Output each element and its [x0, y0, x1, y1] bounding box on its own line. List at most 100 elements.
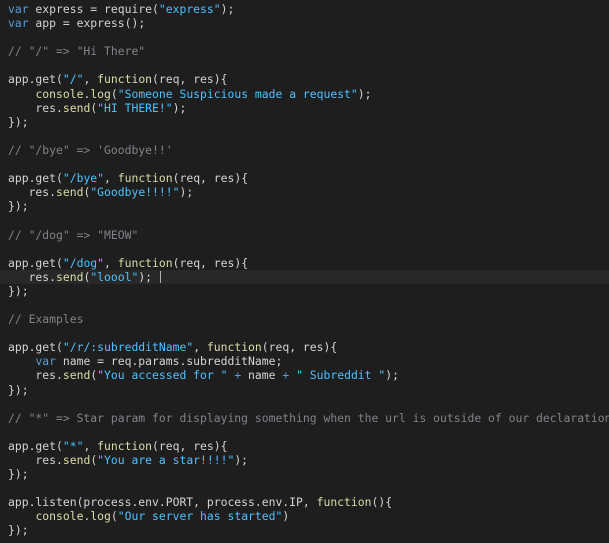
code-token: send — [56, 269, 84, 284]
code-token: // "/" => "Hi There" — [8, 44, 146, 59]
code-token: ); — [172, 100, 187, 115]
code-line[interactable]: var app = express(); — [8, 16, 609, 30]
code-token: // Examples — [8, 312, 84, 327]
code-token: res. — [8, 269, 57, 284]
code-line[interactable]: // "/" => "Hi There" — [8, 44, 609, 58]
code-token: app.get( — [8, 171, 63, 186]
code-token: , — [193, 340, 207, 355]
code-line[interactable]: res.send("HI THERE!"); — [8, 101, 609, 115]
code-line[interactable]: app.get("/r/:subredditName", function(re… — [8, 340, 609, 354]
code-token: ); — [179, 185, 194, 200]
code-token: ( — [110, 86, 118, 101]
code-line[interactable] — [8, 157, 609, 171]
code-token: ); — [234, 453, 249, 467]
code-token: var — [35, 354, 57, 369]
code-token: (){ — [371, 495, 393, 510]
code-line[interactable]: app.get("*", function(req, res){ — [8, 439, 609, 453]
code-token: }); — [8, 523, 29, 538]
code-line[interactable]: // "*" => Star param for displaying some… — [8, 411, 609, 425]
code-line[interactable]: var express = require("express"); — [8, 2, 609, 16]
code-line[interactable] — [8, 397, 609, 411]
code-line[interactable]: app.get("/bye", function(req, res){ — [8, 171, 609, 185]
code-token: "You accessed for " — [97, 368, 228, 383]
code-line[interactable]: }); — [8, 523, 609, 537]
code-token: "express" — [158, 2, 221, 16]
code-token: res. — [8, 185, 57, 200]
code-token: console — [35, 86, 84, 101]
code-line[interactable] — [8, 30, 609, 44]
code-line[interactable]: res.send("You are a star!!!!"); — [8, 453, 609, 467]
code-line[interactable]: }); — [8, 467, 609, 481]
code-token: // "/bye" => 'Goodbye!!' — [8, 142, 173, 157]
code-line[interactable] — [8, 298, 609, 312]
code-token: console — [35, 509, 84, 524]
code-token: name — [241, 368, 283, 383]
code-token: "/r/:subredditName" — [62, 340, 194, 355]
code-token: "*" — [62, 438, 84, 453]
code-token: (req, res){ — [261, 340, 338, 355]
code-token: express(); — [76, 16, 146, 31]
code-token: ); — [138, 269, 153, 284]
code-line[interactable] — [8, 58, 609, 72]
code-token: " Subreddit " — [296, 368, 386, 383]
code-line[interactable] — [8, 213, 609, 227]
code-line[interactable]: res.send("You accessed for " + name + " … — [8, 368, 609, 382]
code-line[interactable]: console.log("Our server has started") — [8, 509, 609, 523]
code-token: "/bye" — [62, 171, 105, 186]
code-token: res. — [8, 453, 63, 467]
code-token: "loool" — [90, 269, 139, 284]
code-token: (req, res){ — [152, 72, 228, 87]
code-token: (req, res){ — [152, 438, 228, 453]
code-token: require( — [104, 2, 159, 16]
code-line[interactable]: console.log("Someone Suspicious made a r… — [8, 87, 609, 101]
code-line[interactable]: res.send("Goodbye!!!!"); — [8, 185, 609, 199]
code-token: , — [83, 72, 98, 87]
code-token: name = req.params.subredditName; — [56, 354, 283, 369]
code-line[interactable]: app.listen(process.env.PORT, process.env… — [8, 495, 609, 509]
code-line[interactable]: }); — [8, 284, 609, 298]
code-token: , — [104, 171, 118, 186]
code-line[interactable] — [8, 481, 609, 495]
code-token: send — [62, 100, 91, 115]
code-token: "/dog" — [62, 255, 105, 270]
code-token: app = — [28, 16, 77, 31]
code-token: , — [104, 255, 118, 270]
code-token: }); — [8, 114, 29, 129]
code-token: "Someone Suspicious made a request" — [117, 86, 358, 101]
code-editor[interactable]: var express = require("express"); var app… — [0, 0, 609, 543]
code-line[interactable]: app.get("/", function(req, res){ — [8, 72, 609, 86]
code-token: app.get( — [8, 255, 63, 270]
code-token: function — [97, 438, 153, 453]
code-line[interactable] — [8, 129, 609, 143]
code-token: // "/dog" => "MEOW" — [8, 227, 139, 242]
code-line[interactable]: }); — [8, 115, 609, 129]
code-line[interactable]: // "/bye" => 'Goodbye!!' — [8, 143, 609, 157]
text-cursor — [159, 271, 161, 284]
code-line[interactable]: var name = req.params.subredditName; — [8, 354, 609, 368]
code-line[interactable] — [8, 425, 609, 439]
code-line[interactable]: res.send("loool"); — [0, 269, 609, 284]
code-line[interactable]: // "/dog" => "MEOW" — [8, 228, 609, 242]
code-token: res. — [8, 100, 63, 115]
code-token: (req, res){ — [172, 171, 249, 186]
code-line[interactable]: // Examples — [8, 312, 609, 326]
code-token: function — [117, 255, 173, 270]
code-token: app.listen(process.env.PORT, process.env… — [8, 495, 317, 510]
code-line[interactable] — [8, 326, 609, 340]
code-line[interactable] — [8, 242, 609, 256]
code-token: "Goodbye!!!!" — [90, 185, 180, 200]
code-line[interactable]: }); — [8, 199, 609, 213]
code-line[interactable]: app.get("/dog", function(req, res){ — [8, 256, 609, 270]
code-token: express = — [28, 2, 105, 16]
code-token: app.get( — [8, 340, 63, 355]
code-token: var — [8, 16, 29, 31]
code-token: }); — [8, 199, 29, 214]
code-line[interactable]: }); — [8, 383, 609, 397]
code-token: function — [97, 72, 153, 87]
code-token: send — [62, 368, 91, 383]
code-token: }); — [8, 382, 29, 397]
code-token: }); — [8, 467, 29, 482]
code-token: , — [83, 438, 98, 453]
